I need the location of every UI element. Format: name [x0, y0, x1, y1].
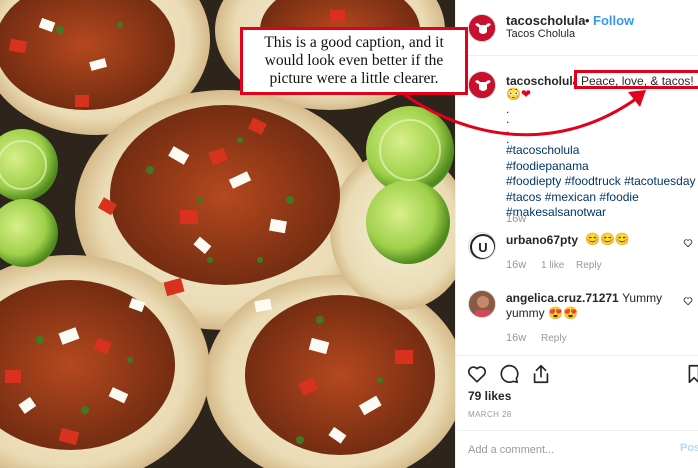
caption-username[interactable]: tacoscholula [506, 74, 579, 88]
author-username[interactable]: tacoscholula [506, 13, 585, 28]
author-avatar[interactable] [468, 14, 496, 42]
caption-timestamp[interactable]: 16w [506, 213, 526, 225]
caption-emoji: 😳❤ [506, 87, 531, 101]
add-comment-input[interactable] [468, 441, 668, 459]
commenter-avatar[interactable]: U [468, 232, 496, 260]
comment-body: angelica.cruz.71271 Yummy yummy 😍😍 [506, 291, 681, 321]
comment-username[interactable]: urbano67pty [506, 233, 578, 247]
like-comment-heart-icon[interactable] [683, 296, 693, 306]
hashtag-list: #tacoscholula #foodiepanama #foodiepty #… [506, 143, 696, 221]
like-heart-icon[interactable] [466, 363, 488, 385]
annotation-callout: This is a good caption, and it would loo… [240, 27, 468, 95]
comment-bubble-icon[interactable] [498, 363, 520, 385]
hashtag-link[interactable]: #tacos [506, 190, 541, 204]
caption-avatar[interactable] [468, 71, 496, 99]
post-date[interactable]: MARCH 28 [468, 410, 512, 419]
post-comment-button[interactable]: Post [680, 442, 698, 454]
comment-emoji: 😊😊😊 [585, 232, 630, 246]
hashtag-link[interactable]: #tacotuesday [624, 174, 695, 188]
caption-text: Peace, love, & tacos! [574, 70, 698, 89]
separator-dot: • [585, 13, 590, 28]
comment-timestamp[interactable]: 16w [506, 332, 526, 344]
hashtag-link[interactable]: #mexican [545, 190, 596, 204]
heart-emoji: ❤ [520, 87, 532, 101]
post-location[interactable]: Tacos Cholula [506, 28, 575, 40]
hashtag-link[interactable]: #foodtruck [565, 174, 621, 188]
likes-count[interactable]: 79 likes [468, 389, 511, 403]
like-comment-heart-icon[interactable] [683, 238, 693, 248]
reply-button[interactable]: Reply [541, 333, 567, 344]
follow-button[interactable]: Follow [593, 13, 634, 28]
bull-logo-icon [469, 15, 495, 41]
add-comment-bar: Post [456, 430, 698, 468]
comment-username[interactable]: angelica.cruz.71271 [506, 291, 619, 305]
post-header: tacoscholula • Follow Tacos Cholula [456, 0, 698, 56]
commenter-avatar[interactable] [468, 290, 496, 318]
comment-likes[interactable]: 1 like [541, 260, 564, 271]
bull-logo-icon [469, 72, 495, 98]
comment-timestamp[interactable]: 16w [506, 259, 526, 271]
hashtag-link[interactable]: #foodie [599, 190, 638, 204]
avatar-initial: U [478, 240, 487, 255]
share-upload-icon[interactable] [530, 363, 552, 385]
profile-photo-icon [469, 291, 495, 317]
post-actions: 79 likes MARCH 28 [456, 355, 698, 431]
hashtag-link[interactable]: #foodiepty [506, 174, 561, 188]
comment-emoji: 😍😍 [548, 306, 578, 320]
hashtag-link[interactable]: #tacoscholula [506, 143, 579, 157]
bookmark-icon[interactable] [687, 363, 698, 385]
hashtag-link[interactable]: #foodiepanama [506, 159, 589, 173]
flushed-emoji: 😳 [506, 87, 521, 101]
user-initial-icon: U [470, 234, 495, 259]
reply-button[interactable]: Reply [576, 260, 602, 271]
